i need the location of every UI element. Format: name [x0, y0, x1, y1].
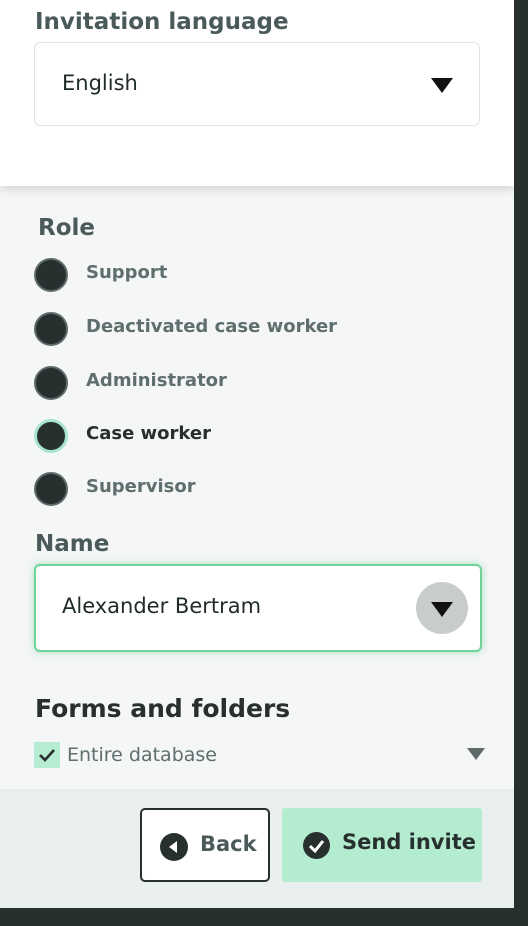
radio-icon[interactable] [34, 366, 68, 400]
role-option-label: Deactivated case worker [86, 316, 338, 337]
invitation-language-value: English [62, 71, 138, 95]
invitation-language-label: Invitation language [35, 9, 289, 35]
name-select[interactable]: Alexander Bertram [34, 564, 482, 652]
role-option-label: Administrator [86, 370, 227, 391]
name-label: Name [35, 531, 110, 557]
forms-and-folders-heading: Forms and folders [35, 694, 291, 723]
entire-database-checkbox[interactable] [34, 742, 60, 768]
name-value: Alexander Bertram [62, 594, 262, 618]
check-circle-icon [303, 832, 330, 859]
name-dropdown-button[interactable] [416, 582, 468, 634]
entire-database-label: Entire database [67, 744, 217, 766]
expand-icon[interactable] [467, 748, 485, 760]
caret-down-icon [431, 602, 453, 617]
role-option-label: Supervisor [86, 476, 196, 497]
back-arrow-icon [160, 833, 188, 861]
invitation-language-select[interactable]: English [34, 42, 480, 126]
checkmark-icon [39, 749, 55, 762]
radio-checked-icon[interactable] [34, 419, 68, 453]
check-glyph [308, 840, 325, 854]
back-arrow-glyph [169, 841, 177, 853]
radio-icon[interactable] [34, 258, 68, 292]
send-invite-label: Send invite [342, 830, 476, 854]
role-label: Role [38, 215, 95, 241]
radio-icon[interactable] [34, 472, 68, 506]
language-section: Invitation language English [0, 0, 514, 186]
invite-panel: Invitation language English Role Support… [0, 0, 514, 908]
back-label: Back [200, 832, 257, 856]
role-option-label: Support [86, 262, 168, 283]
back-button[interactable]: Back [140, 808, 270, 882]
send-invite-button[interactable]: Send invite [282, 808, 482, 882]
role-option-label: Case worker [86, 423, 211, 444]
caret-down-icon [431, 78, 453, 93]
footer-bar: Back Send invite [0, 789, 514, 908]
radio-icon[interactable] [34, 312, 68, 346]
